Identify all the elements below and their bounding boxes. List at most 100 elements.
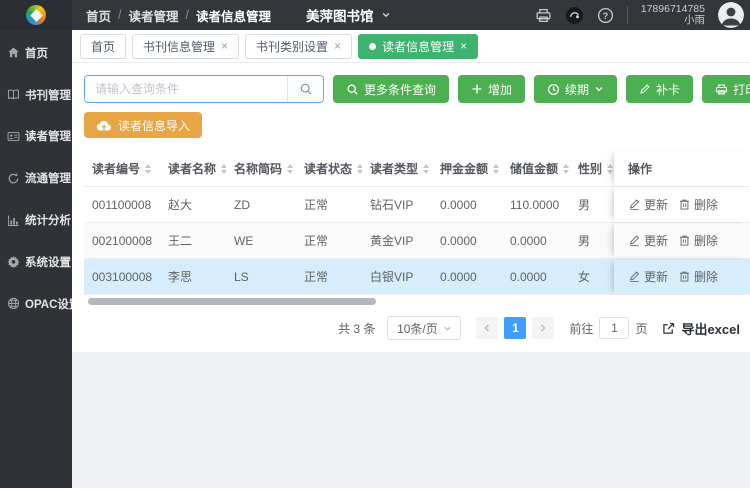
body: 首页 书刊管理 读者管理 流通管理 统计分析 系统设置 (0, 30, 750, 488)
cell-type: 黄金VIP (362, 223, 432, 258)
table-row[interactable]: 002100008 王二 WE 正常 黄金VIP 0.0000 0.0000 男… (84, 223, 750, 259)
sidebar-item-label: 首页 (25, 45, 48, 61)
breadcrumb-separator: / (118, 8, 121, 22)
chevron-down-icon (594, 84, 604, 94)
app-logo-icon (26, 5, 46, 25)
cell-short-code: WE (226, 223, 296, 258)
delete-button[interactable]: 删除 (678, 232, 718, 249)
update-button[interactable]: 更新 (628, 232, 668, 249)
cell-status: 正常 (296, 223, 362, 258)
breadcrumb-reader-mgmt[interactable]: 读者管理 (129, 6, 179, 25)
total-count: 共 3 条 (338, 320, 375, 337)
renew-button[interactable]: 续期 (534, 75, 617, 103)
sidebar-item-label: 系统设置 (25, 254, 71, 270)
reader-import-button[interactable]: 读者信息导入 (84, 112, 202, 138)
sidebar-item-circulation[interactable]: 流通管理 (0, 157, 72, 199)
avatar[interactable] (718, 2, 744, 28)
content-panel: 更多条件查询 增加 续期 补卡 (72, 63, 750, 352)
logo-box (0, 0, 72, 30)
cell-reader-name: 赵大 (160, 187, 226, 222)
goto-page-input[interactable] (599, 317, 629, 339)
update-button[interactable]: 更新 (628, 196, 668, 213)
close-icon[interactable]: × (221, 40, 228, 52)
renew-clock-icon (547, 83, 560, 96)
cell-deposit: 0.0000 (432, 223, 502, 258)
pencil-icon (628, 198, 641, 211)
close-icon[interactable]: × (460, 40, 467, 52)
export-excel-button[interactable]: 导出excel (661, 319, 740, 338)
more-query-label: 更多条件查询 (364, 81, 436, 98)
tab-book-info[interactable]: 书刊信息管理 × (132, 34, 239, 59)
search-input[interactable] (85, 76, 287, 102)
sidebar-item-opac[interactable]: OPAC设置 (0, 283, 72, 325)
breadcrumb-current: 读者信息管理 (196, 6, 271, 25)
page-number-current[interactable]: 1 (504, 317, 526, 339)
sidebar-item-readers[interactable]: 读者管理 (0, 116, 72, 158)
sort-icon[interactable] (493, 164, 499, 174)
chevron-down-icon (443, 324, 452, 333)
sort-icon[interactable] (563, 164, 569, 174)
user-name: 小雨 (641, 15, 705, 27)
col-short-code[interactable]: 名称简码 (226, 151, 296, 186)
empty-area (72, 352, 750, 488)
delete-button[interactable]: 删除 (678, 196, 718, 213)
cell-deposit: 0.0000 (432, 259, 502, 294)
export-label: 导出excel (681, 319, 740, 338)
col-stored-value[interactable]: 储值金额 (502, 151, 570, 186)
cell-short-code: LS (226, 259, 296, 294)
cell-stored-value: 0.0000 (502, 223, 570, 258)
sort-icon[interactable] (423, 164, 429, 174)
more-query-button[interactable]: 更多条件查询 (333, 75, 449, 103)
print-icon[interactable] (535, 7, 552, 24)
globe-icon (7, 297, 20, 310)
table-row[interactable]: 001100008 赵大 ZD 正常 钻石VIP 0.0000 110.0000… (84, 187, 750, 223)
col-status[interactable]: 读者状态 (296, 151, 362, 186)
sort-icon[interactable] (607, 164, 613, 174)
page-size-select[interactable]: 10条/页 (387, 316, 461, 340)
tab-reader-info-active[interactable]: 读者信息管理 × (358, 34, 478, 59)
print-button[interactable]: 打印 (702, 75, 750, 103)
table-row-selected[interactable]: 003100008 李思 LS 正常 白银VIP 0.0000 0.0000 女… (84, 259, 750, 295)
page-size-value: 10条/页 (397, 320, 438, 337)
support-icon[interactable] (565, 6, 584, 25)
close-icon[interactable]: × (334, 40, 341, 52)
export-icon (661, 321, 676, 336)
reissue-card-button[interactable]: 补卡 (626, 75, 693, 103)
col-gender[interactable]: 性别 (570, 151, 614, 186)
sort-icon[interactable] (145, 164, 151, 174)
delete-button[interactable]: 删除 (678, 268, 718, 285)
sidebar-item-statistics[interactable]: 统计分析 (0, 199, 72, 241)
sort-icon[interactable] (287, 164, 293, 174)
breadcrumb-home[interactable]: 首页 (86, 6, 111, 25)
tab-label: 读者信息管理 (382, 38, 454, 55)
help-icon[interactable]: ? (597, 7, 614, 24)
import-label: 读者信息导入 (118, 117, 190, 134)
library-name: 美萍图书馆 (306, 5, 374, 25)
sidebar-item-settings[interactable]: 系统设置 (0, 241, 72, 283)
sidebar-item-books[interactable]: 书刊管理 (0, 74, 72, 116)
next-page-button[interactable] (532, 317, 554, 339)
tab-home[interactable]: 首页 (80, 34, 126, 59)
col-reader-no[interactable]: 读者编号 (84, 151, 160, 186)
scrollbar-thumb[interactable] (88, 298, 376, 305)
breadcrumb-separator: / (186, 8, 189, 22)
pencil-icon (628, 234, 641, 247)
tab-label: 首页 (91, 38, 115, 55)
add-button[interactable]: 增加 (458, 75, 525, 103)
library-selector[interactable]: 美萍图书馆 (306, 0, 391, 30)
col-reader-name[interactable]: 读者名称 (160, 151, 226, 186)
col-type[interactable]: 读者类型 (362, 151, 432, 186)
update-button[interactable]: 更新 (628, 268, 668, 285)
cloud-upload-icon (96, 119, 112, 132)
search-icon (346, 83, 359, 96)
prev-page-button[interactable] (476, 317, 498, 339)
sidebar-item-home[interactable]: 首页 (0, 32, 72, 74)
page-unit-label: 页 (635, 320, 647, 337)
search-button[interactable] (287, 76, 323, 102)
horizontal-scrollbar (84, 297, 750, 306)
tab-book-category[interactable]: 书刊类别设置 × (245, 34, 352, 59)
cell-reader-no: 001100008 (84, 187, 160, 222)
col-deposit[interactable]: 押金金额 (432, 151, 502, 186)
reader-card-icon (7, 130, 20, 143)
table-header-row: 读者编号 读者名称 名称简码 读者状态 读者类型 押金金额 储值金额 性别 操作 (84, 151, 750, 187)
